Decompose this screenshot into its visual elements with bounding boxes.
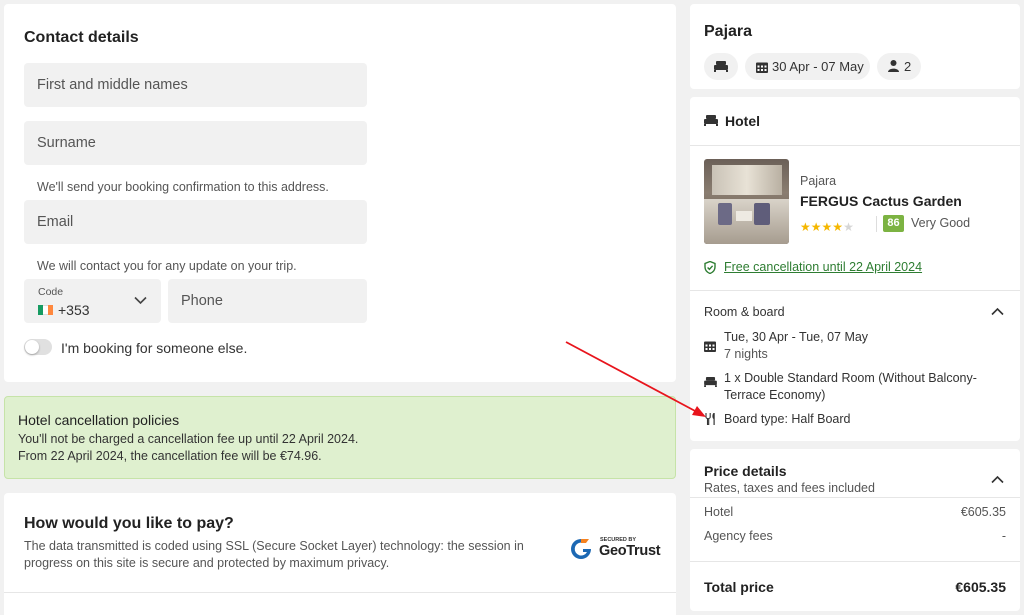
- code-value: +353: [58, 302, 90, 318]
- total-price-value: €605.35: [955, 579, 1006, 595]
- rating-separator: [876, 216, 877, 232]
- calendar-icon: [756, 62, 768, 73]
- hotel-score-badge: 86: [883, 215, 904, 232]
- hotel-room-divider: [690, 290, 1020, 291]
- toggle-knob: [25, 340, 39, 354]
- board-type: Board type: Half Board: [724, 412, 851, 426]
- person-icon: [888, 60, 899, 72]
- cancellation-policy-line1: You'll not be charged a cancellation fee…: [18, 432, 359, 446]
- code-label: Code: [38, 286, 64, 298]
- agency-fees-value: -: [1001, 529, 1006, 543]
- price-details-subtitle: Rates, taxes and fees included: [704, 481, 875, 495]
- chevron-up-icon: [991, 475, 1004, 484]
- fork-knife-icon: [705, 413, 715, 425]
- geotrust-badge: SECURED BY GeoTrust: [570, 537, 661, 561]
- first-name-input[interactable]: First and middle names: [24, 63, 367, 107]
- phone-hint: We will contact you for any update on yo…: [37, 259, 297, 273]
- someone-else-toggle[interactable]: [24, 339, 52, 355]
- room-nights: 7 nights: [724, 347, 768, 361]
- price-details-title: Price details: [704, 463, 787, 479]
- email-hint: We'll send your booking confirmation to …: [37, 180, 329, 194]
- calendar-icon: [704, 341, 716, 352]
- email-input[interactable]: Email: [24, 200, 367, 244]
- star-icon-5: ★: [843, 220, 854, 234]
- trip-transport-pill[interactable]: [704, 53, 738, 80]
- room-board-header[interactable]: Room & board: [690, 297, 1020, 325]
- geotrust-logo-icon: [571, 539, 591, 559]
- ireland-flag-icon: [38, 305, 53, 315]
- total-price-label: Total price: [704, 579, 774, 595]
- hotel-photo[interactable]: [704, 159, 789, 244]
- payment-divider: [4, 592, 676, 593]
- country-code-select[interactable]: Code +353: [24, 279, 161, 323]
- price-total-divider: [690, 561, 1020, 562]
- hotel-price-label: Hotel: [704, 505, 734, 519]
- free-cancellation-link[interactable]: Free cancellation until 22 April 2024: [724, 260, 922, 274]
- trip-summary-card: Pajara 30 Apr - 07 May 2: [690, 4, 1020, 89]
- hotel-score-label: Very Good: [911, 216, 971, 230]
- hotel-card: Hotel Pajara FERGUS Cactus Garden ★★★★★ …: [690, 97, 1020, 441]
- trip-dates: 30 Apr - 07 May: [772, 59, 864, 74]
- agency-fees-label: Agency fees: [704, 529, 773, 543]
- star-icon-4: ★: [832, 220, 844, 234]
- hotel-section-title: Hotel: [725, 113, 760, 129]
- hotel-price-value: €605.35: [960, 505, 1006, 519]
- bed-icon: [704, 377, 717, 387]
- email-placeholder: Email: [37, 214, 74, 230]
- surname-placeholder: Surname: [37, 135, 96, 151]
- phone-placeholder: Phone: [181, 293, 223, 309]
- contact-details-card: Contact details First and middle names S…: [4, 4, 676, 382]
- cancellation-policy-box: Hotel cancellation policies You'll not b…: [4, 396, 676, 479]
- geotrust-brand: GeoTrust: [599, 543, 661, 559]
- star-icon-2: ★: [810, 220, 822, 234]
- room-board-title: Room & board: [704, 305, 785, 319]
- someone-else-label: I'm booking for someone else.: [61, 340, 248, 356]
- surname-input[interactable]: Surname: [24, 121, 367, 165]
- cancellation-policy-line2: From 22 April 2024, the cancellation fee…: [18, 449, 322, 463]
- price-details-header[interactable]: Price details Rates, taxes and fees incl…: [690, 449, 1020, 497]
- payment-title: How would you like to pay?: [24, 515, 234, 532]
- payment-card: How would you like to pay? The data tran…: [4, 493, 676, 615]
- trip-dates-pill[interactable]: 30 Apr - 07 May: [745, 53, 870, 80]
- star-icon-1: ★: [800, 220, 811, 234]
- first-name-placeholder: First and middle names: [37, 77, 188, 93]
- chevron-down-icon: [134, 296, 147, 305]
- trip-guests: 2: [904, 59, 912, 74]
- hotel-star-rating: ★★★★★: [800, 218, 854, 234]
- price-details-card: Price details Rates, taxes and fees incl…: [690, 449, 1020, 611]
- trip-destination: Pajara: [704, 23, 753, 40]
- room-dates: Tue, 30 Apr - Tue, 07 May: [724, 330, 869, 344]
- phone-input[interactable]: Phone: [168, 279, 367, 323]
- payment-description: The data transmitted is coded using SSL …: [24, 539, 524, 570]
- shield-check-icon: [704, 261, 716, 274]
- bed-icon: [704, 115, 718, 126]
- cancellation-policy-title: Hotel cancellation policies: [18, 412, 180, 428]
- chevron-up-icon: [991, 307, 1004, 316]
- bed-icon: [714, 61, 728, 72]
- hotel-header-divider: [690, 145, 1020, 146]
- contact-details-title: Contact details: [24, 29, 139, 46]
- star-icon-3: ★: [821, 220, 833, 234]
- hotel-name[interactable]: FERGUS Cactus Garden: [800, 193, 962, 209]
- price-header-divider: [690, 497, 1020, 498]
- room-type: 1 x Double Standard Room (Without Balcon…: [724, 371, 977, 402]
- trip-guests-pill[interactable]: 2: [877, 53, 921, 80]
- hotel-location: Pajara: [800, 174, 837, 188]
